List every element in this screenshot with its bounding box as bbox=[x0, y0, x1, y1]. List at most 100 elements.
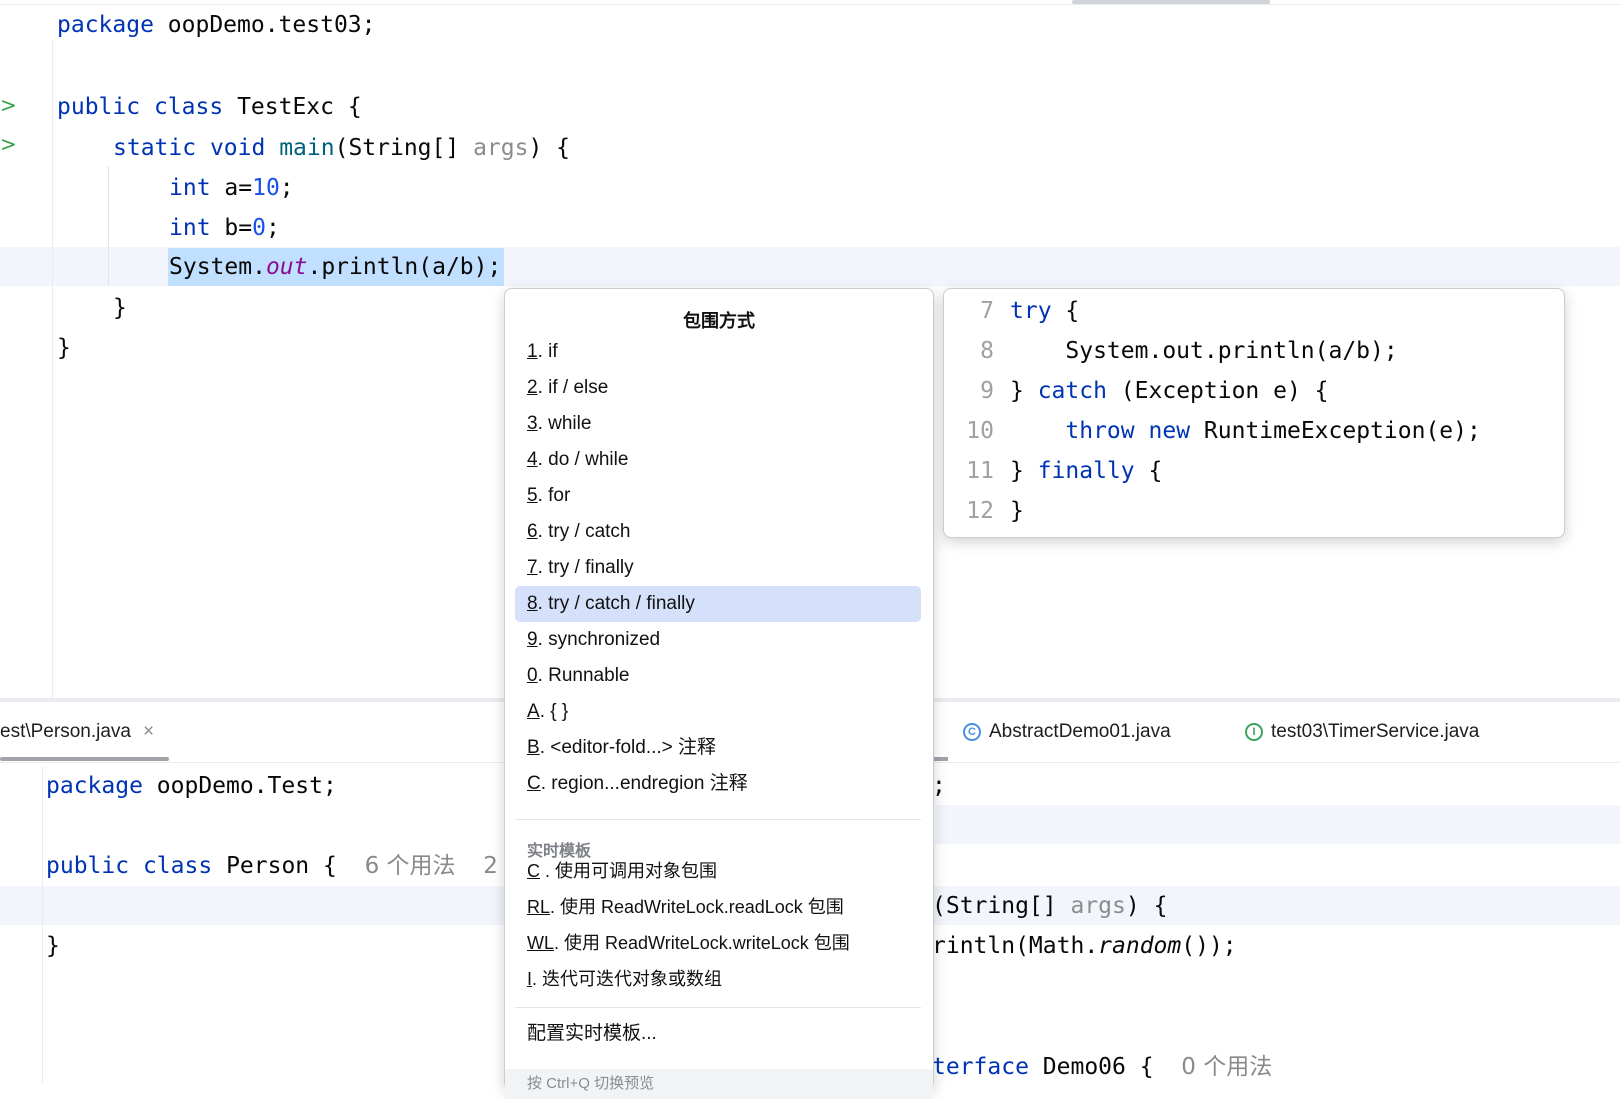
number-literal: 10 bbox=[252, 175, 280, 201]
mnemonic-key: 2 bbox=[527, 377, 538, 398]
keyword: int bbox=[169, 215, 211, 241]
code-text: } bbox=[1010, 498, 1024, 524]
indent-guide bbox=[42, 766, 43, 1083]
surround-option[interactable]: 3. while bbox=[515, 406, 921, 442]
code-line-int-a[interactable]: int a=10; bbox=[169, 169, 294, 208]
indent-guide bbox=[108, 166, 109, 286]
class-name: Person bbox=[226, 853, 310, 879]
option-label: . region...endregion 注释 bbox=[540, 773, 748, 794]
surround-option[interactable]: 9. synchronized bbox=[515, 622, 921, 658]
live-template-option[interactable]: C . 使用可调用对象包围 bbox=[515, 853, 921, 889]
code-line-class[interactable]: public class TestExc { bbox=[57, 88, 362, 127]
usage-hint[interactable]: 6 个用法 bbox=[365, 853, 456, 879]
keyword: void bbox=[209, 135, 266, 161]
keyword: package bbox=[57, 12, 154, 38]
code-text: (String[] bbox=[932, 893, 1071, 919]
run-main-icon[interactable]: > bbox=[0, 132, 17, 156]
code-text: { bbox=[1125, 1054, 1154, 1080]
keyword: catch bbox=[1037, 378, 1107, 404]
surround-option[interactable]: B. <editor-fold...> 注释 bbox=[515, 730, 921, 766]
code-line-close-class[interactable]: } bbox=[57, 329, 71, 368]
preview-code-line: 11} finally { bbox=[944, 451, 1162, 491]
code-line-int-b[interactable]: int b=0; bbox=[169, 209, 280, 248]
code-line-close-class[interactable]: } bbox=[46, 927, 60, 966]
keyword: class bbox=[153, 94, 224, 120]
tab-abstractdemo01[interactable]: C AbstractDemo01.java bbox=[963, 721, 1171, 743]
option-label: . try / finally bbox=[537, 557, 634, 578]
surround-option[interactable]: 4. do / while bbox=[515, 442, 921, 478]
interface-icon: I bbox=[1245, 722, 1263, 741]
code-line-class[interactable]: public class Person { 6 个用法 2 个 bbox=[46, 847, 528, 886]
mnemonic-key: 7 bbox=[527, 557, 538, 578]
close-icon[interactable]: × bbox=[143, 721, 154, 742]
code-line[interactable]: ; bbox=[932, 767, 946, 806]
option-label: . if / else bbox=[537, 377, 609, 398]
code-line-close-method[interactable]: } bbox=[113, 289, 127, 328]
keyword: finally bbox=[1037, 458, 1135, 484]
line-number: 7 bbox=[980, 298, 994, 324]
line-number: 9 bbox=[980, 378, 994, 404]
surround-with-popup: 包围方式 1. if 2. if / else 3. while 4. do / wh… bbox=[504, 288, 934, 1099]
option-label: . synchronized bbox=[537, 629, 661, 650]
code-text: b= bbox=[210, 215, 253, 241]
code-line-println[interactable]: rintln(Math.random()); bbox=[932, 927, 1237, 966]
code-line-interface[interactable]: terface Demo06 { 0 个用法 bbox=[932, 1048, 1272, 1087]
surround-option[interactable]: 8. try / catch / finally bbox=[515, 586, 921, 622]
option-label: . do / while bbox=[537, 449, 629, 470]
usage-hint[interactable]: 0 个用法 bbox=[1181, 1054, 1272, 1080]
code-text: ; bbox=[932, 773, 946, 799]
divider bbox=[0, 4, 1620, 5]
tab-label: est\Person.java bbox=[0, 721, 131, 742]
surround-option[interactable]: 6. try / catch bbox=[515, 514, 921, 550]
keyword: public bbox=[46, 853, 130, 879]
popup-title: 包围方式 bbox=[683, 311, 755, 331]
code-text: { bbox=[1051, 298, 1080, 324]
param-name: args bbox=[1070, 893, 1126, 919]
surround-option[interactable]: 1. if bbox=[515, 334, 921, 370]
mnemonic-key: 9 bbox=[527, 629, 538, 650]
param-name: args bbox=[473, 135, 529, 161]
mnemonic-key: 8 bbox=[527, 593, 538, 614]
option-label: . if bbox=[537, 341, 558, 362]
tab-timerservice[interactable]: Itest03\TimerService.java bbox=[1245, 721, 1479, 743]
tab-person-java[interactable]: est\Person.java × bbox=[0, 721, 154, 743]
surround-option[interactable]: 5. for bbox=[515, 478, 921, 514]
live-template-option[interactable]: I. 迭代可迭代对象或数组 bbox=[515, 961, 921, 997]
code-line-main[interactable]: (String[] args) { bbox=[932, 887, 1167, 926]
mnemonic-key: 3 bbox=[527, 413, 538, 434]
code-line-main[interactable]: static void main(String[] args) { bbox=[113, 129, 570, 168]
code-text: } bbox=[1010, 458, 1038, 484]
keyword: terface bbox=[932, 1054, 1029, 1080]
code-text: .println(a/b); bbox=[307, 254, 502, 280]
option-label: . 使用可调用对象包围 bbox=[540, 861, 718, 881]
live-template-option[interactable]: RL. 使用 ReadWriteLock.readLock 包围 bbox=[515, 889, 921, 925]
indent-guide bbox=[52, 40, 53, 700]
option-label: . 迭代可迭代对象或数组 bbox=[532, 969, 723, 989]
preview-code-line: 7 try { bbox=[944, 291, 1079, 331]
surround-option[interactable]: C. region...endregion 注释 bbox=[515, 766, 921, 802]
preview-code-line: 9} catch (Exception e) { bbox=[944, 371, 1328, 411]
code-line-println[interactable]: System.out.println(a/b); bbox=[169, 248, 501, 287]
configure-live-templates[interactable]: 配置实时模板... bbox=[515, 1016, 921, 1052]
keyword: throw bbox=[1065, 418, 1135, 444]
method-name: main bbox=[279, 135, 335, 161]
divider bbox=[515, 819, 921, 820]
code-line-package[interactable]: package oopDemo.Test; bbox=[46, 767, 337, 806]
run-class-icon[interactable]: > bbox=[0, 93, 17, 117]
mnemonic-key: A bbox=[527, 701, 540, 722]
line-number: 12 bbox=[966, 498, 994, 524]
mnemonic-key: 4 bbox=[527, 449, 538, 470]
code-text: } bbox=[46, 933, 60, 959]
code-text: } bbox=[113, 295, 127, 321]
surround-option[interactable]: A. { } bbox=[515, 694, 921, 730]
code-text: rintln(Math. bbox=[932, 933, 1099, 959]
live-template-option[interactable]: WL. 使用 ReadWriteLock.writeLock 包围 bbox=[515, 925, 921, 961]
surround-option[interactable]: 0. Runnable bbox=[515, 658, 921, 694]
mnemonic-key: 5 bbox=[527, 485, 538, 506]
surround-option[interactable]: 7. try / finally bbox=[515, 550, 921, 586]
surround-option[interactable]: 2. if / else bbox=[515, 370, 921, 406]
mnemonic-key: 1 bbox=[527, 341, 538, 362]
keyword: try bbox=[1010, 298, 1052, 324]
code-line-package[interactable]: package oopDemo.test03; bbox=[57, 6, 376, 45]
class-icon: C bbox=[963, 722, 981, 741]
